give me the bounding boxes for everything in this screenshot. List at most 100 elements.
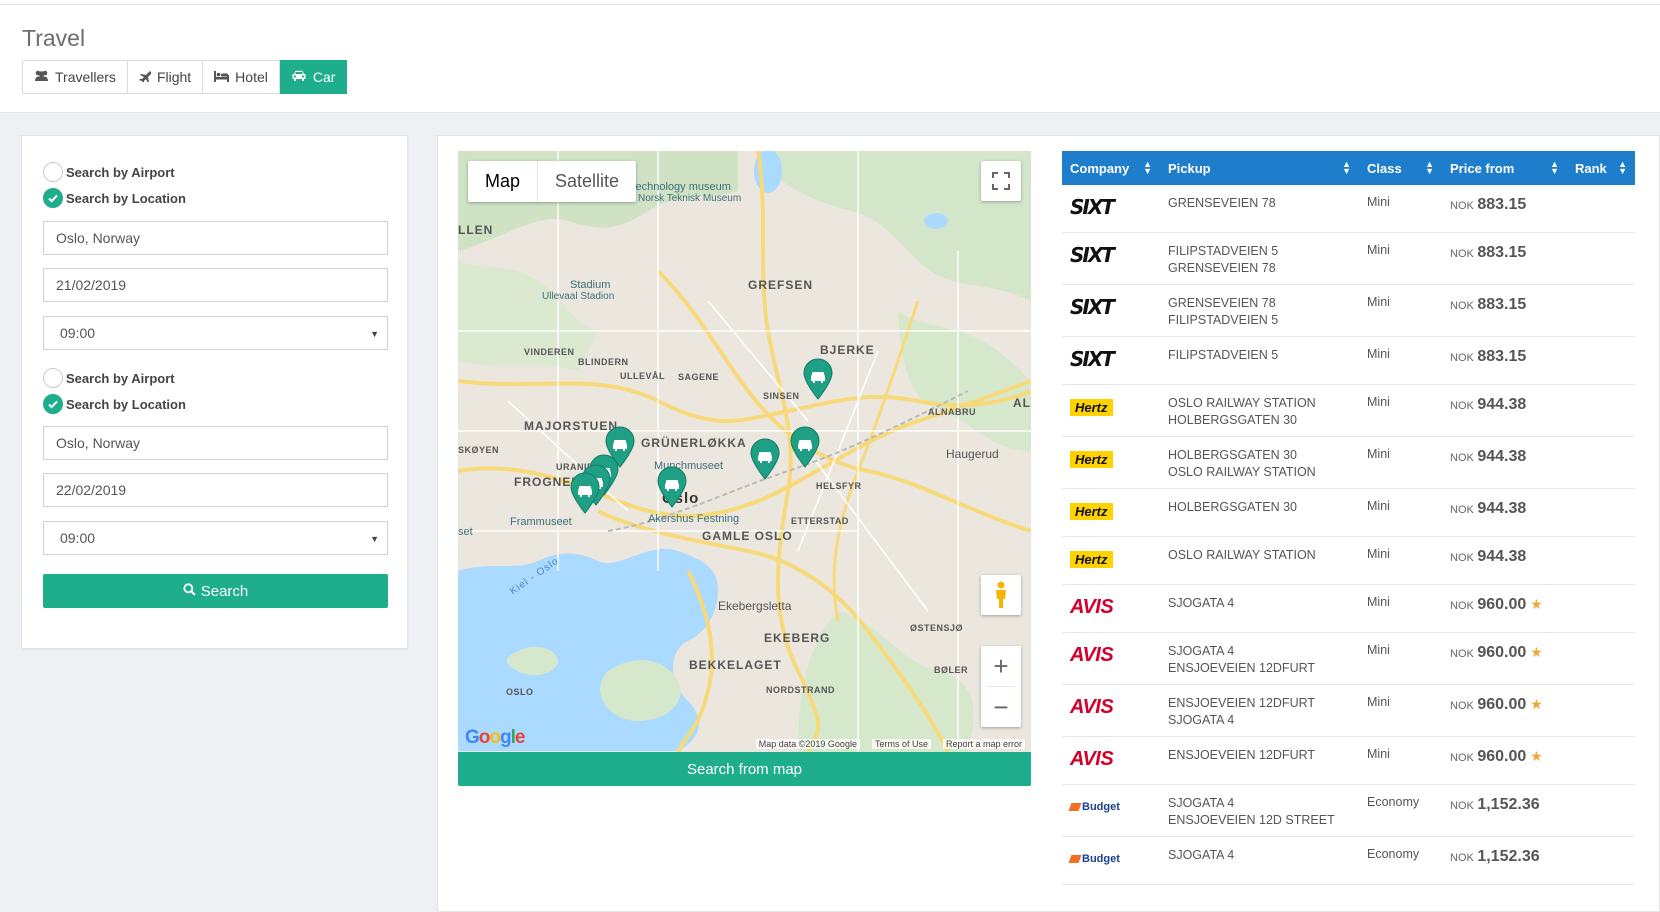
- pickup-location-option[interactable]: Search by Location: [43, 188, 186, 208]
- dropoff-date-input[interactable]: 22/02/2019: [43, 473, 388, 507]
- column-header-company[interactable]: Company ▲ ▼: [1062, 151, 1160, 185]
- radio-label: Search by Location: [66, 190, 186, 206]
- cell-class: Mini: [1367, 195, 1390, 209]
- page-header: Travel Travellers Flight Hotel Car: [0, 5, 1660, 113]
- pickup-location: ENSJOEVEIEN 12DFURT: [1168, 661, 1316, 675]
- pickup-location: FILIPSTADVEIEN 5: [1168, 313, 1279, 327]
- car-marker-icon[interactable]: [789, 426, 821, 468]
- column-header-price[interactable]: Price from ▲ ▼: [1442, 151, 1567, 185]
- map-label-blindern: BLINDERN: [578, 357, 629, 367]
- sixt-logo: SIXT: [1070, 195, 1152, 219]
- price-value: 883.15: [1477, 196, 1527, 213]
- car-marker-icon[interactable]: [749, 438, 781, 480]
- price-value: 960.00: [1477, 696, 1527, 713]
- cell-pickup: HOLBERGSGATEN 30 OSLO RAILWAY STATION: [1160, 437, 1359, 488]
- price-currency: NOK: [1450, 648, 1474, 660]
- pickup-time-select[interactable]: 09:00 ▼: [43, 316, 388, 350]
- search-from-map-button[interactable]: Search from map: [458, 752, 1031, 786]
- page-title: Travel: [22, 25, 86, 51]
- sixt-logo: SIXT: [1070, 243, 1152, 267]
- cell-class: Economy: [1367, 847, 1420, 861]
- map-report-link[interactable]: Report a map error: [942, 739, 1025, 749]
- map-label-ekeberg: EKEBERG: [764, 631, 831, 645]
- table-row[interactable]: SIXT FILIPSTADVEIEN 5 Mini NOK 883.15: [1062, 337, 1635, 385]
- plane-icon: [138, 70, 152, 84]
- zoom-in-button[interactable]: +: [981, 646, 1021, 686]
- car-marker-icon[interactable]: [802, 358, 834, 400]
- table-row[interactable]: SIXT GRENSEVEIEN 78 FILIPSTADVEIEN 5 Mini NO…: [1062, 285, 1635, 337]
- radio-unchecked[interactable]: [43, 368, 63, 388]
- tab-hotel[interactable]: Hotel: [203, 60, 280, 94]
- table-row[interactable]: AVIS ENSJOEVEIEN 12DFURT SJOGATA 4 Mini NOK …: [1062, 685, 1635, 737]
- cell-class: Mini: [1367, 747, 1390, 761]
- users-icon: [34, 70, 49, 84]
- radio-checked-icon[interactable]: [43, 188, 63, 208]
- zoom-control: + −: [981, 646, 1021, 727]
- column-header-pickup[interactable]: Pickup ▲ ▼: [1160, 151, 1359, 185]
- map-terms-link[interactable]: Terms of Use: [871, 739, 931, 749]
- cell-company: SIXT: [1062, 233, 1160, 284]
- map-type-satellite-button[interactable]: Satellite: [538, 161, 636, 202]
- table-row[interactable]: SIXT FILIPSTADVEIEN 5 GRENSEVEIEN 78 Mini NO…: [1062, 233, 1635, 285]
- cell-price: NOK 960.00 ★: [1442, 737, 1567, 784]
- tab-label: Flight: [156, 69, 192, 85]
- dropoff-time-select[interactable]: 09:00 ▼: [43, 521, 388, 555]
- cell-class: Mini: [1367, 395, 1390, 409]
- map-type-map-button[interactable]: Map: [468, 161, 539, 202]
- table-row[interactable]: AVIS SJOGATA 4 Mini NOK 960.00 ★: [1062, 585, 1635, 633]
- map-label-ulleval: ULLEVÅL: [620, 371, 665, 381]
- tab-travellers[interactable]: Travellers: [22, 60, 128, 94]
- tab-flight[interactable]: Flight: [127, 60, 204, 94]
- table-row[interactable]: Hertz HOLBERGSGATEN 30 Mini NOK 944.38: [1062, 489, 1635, 537]
- column-header-rank[interactable]: Rank ▲ ▼: [1567, 151, 1635, 185]
- hertz-logo: Hertz: [1070, 499, 1152, 523]
- column-header-label: Company: [1070, 160, 1130, 176]
- table-row[interactable]: AVIS ENSJOEVEIEN 12DFURT Mini NOK 960.00 ★: [1062, 737, 1635, 785]
- table-row[interactable]: AVIS SJOGATA 4 ENSJOEVEIEN 12DFURT Mini NOK …: [1062, 633, 1635, 685]
- select-value: 09:00: [60, 325, 96, 341]
- search-button[interactable]: Search: [43, 574, 388, 608]
- price-currency: NOK: [1450, 800, 1474, 812]
- table-row[interactable]: Hertz OSLO RAILWAY STATION HOLBERGSGATEN 3…: [1062, 385, 1635, 437]
- radio-checked-icon[interactable]: [43, 394, 63, 414]
- sort-icon: ▲ ▼: [1618, 159, 1627, 176]
- pickup-location: SJOGATA 4: [1168, 644, 1235, 658]
- price-value: 944.38: [1477, 448, 1527, 465]
- car-marker-icon[interactable]: [656, 466, 688, 508]
- radio-label: Search by Airport: [66, 370, 175, 386]
- cell-price: NOK 960.00 ★: [1442, 685, 1567, 736]
- pickup-date-input[interactable]: 21/02/2019: [43, 268, 388, 302]
- pickup-airport-option[interactable]: Search by Airport: [43, 162, 175, 182]
- cell-price: NOK 944.38: [1442, 385, 1567, 436]
- results-panel: Technology museum Norsk Teknisk Museum L…: [437, 135, 1660, 912]
- pickup-location-input[interactable]: Oslo, Norway: [43, 221, 388, 255]
- table-row[interactable]: Hertz OSLO RAILWAY STATION Mini NOK 944.38: [1062, 537, 1635, 585]
- cell-pickup: SJOGATA 4 ENSJOEVEIEN 12D STREET: [1160, 785, 1359, 836]
- map-label-set: set: [458, 526, 473, 538]
- street-view-pegman[interactable]: [981, 575, 1021, 615]
- cell-rank: [1567, 285, 1635, 336]
- column-header-class[interactable]: Class ▲ ▼: [1359, 151, 1442, 185]
- map-label-frammuseet: Frammuseet: [510, 516, 572, 528]
- car-marker-icon[interactable]: [569, 472, 601, 514]
- pickup-location: OSLO RAILWAY STATION: [1168, 465, 1316, 479]
- fullscreen-button[interactable]: [981, 161, 1021, 201]
- avis-logo: AVIS: [1070, 595, 1152, 619]
- cell-pickup: OSLO RAILWAY STATION: [1160, 537, 1359, 584]
- price-currency: NOK: [1450, 700, 1474, 712]
- map-label-al: AL: [1013, 396, 1031, 410]
- dropoff-location-option[interactable]: Search by Location: [43, 394, 186, 414]
- table-row[interactable]: SIXT GRENSEVEIEN 78 Mini NOK 883.15: [1062, 185, 1635, 233]
- zoom-out-button[interactable]: −: [981, 687, 1021, 727]
- table-row[interactable]: Budget SJOGATA 4 ENSJOEVEIEN 12D STREET Eco…: [1062, 785, 1635, 837]
- table-row[interactable]: Hertz HOLBERGSGATEN 30 OSLO RAILWAY STATIO…: [1062, 437, 1635, 489]
- tab-car[interactable]: Car: [279, 60, 348, 94]
- company-name: Hertz: [1075, 551, 1108, 567]
- radio-unchecked[interactable]: [43, 162, 63, 182]
- map[interactable]: Technology museum Norsk Teknisk Museum L…: [458, 151, 1031, 752]
- map-label-vinderen: VINDEREN: [524, 347, 575, 357]
- dropoff-location-input[interactable]: Oslo, Norway: [43, 426, 388, 460]
- map-label-bekkelaget: BEKKELAGET: [689, 658, 782, 672]
- table-row[interactable]: Budget SJOGATA 4 Economy NOK 1,152.36: [1062, 837, 1635, 885]
- dropoff-airport-option[interactable]: Search by Airport: [43, 368, 175, 388]
